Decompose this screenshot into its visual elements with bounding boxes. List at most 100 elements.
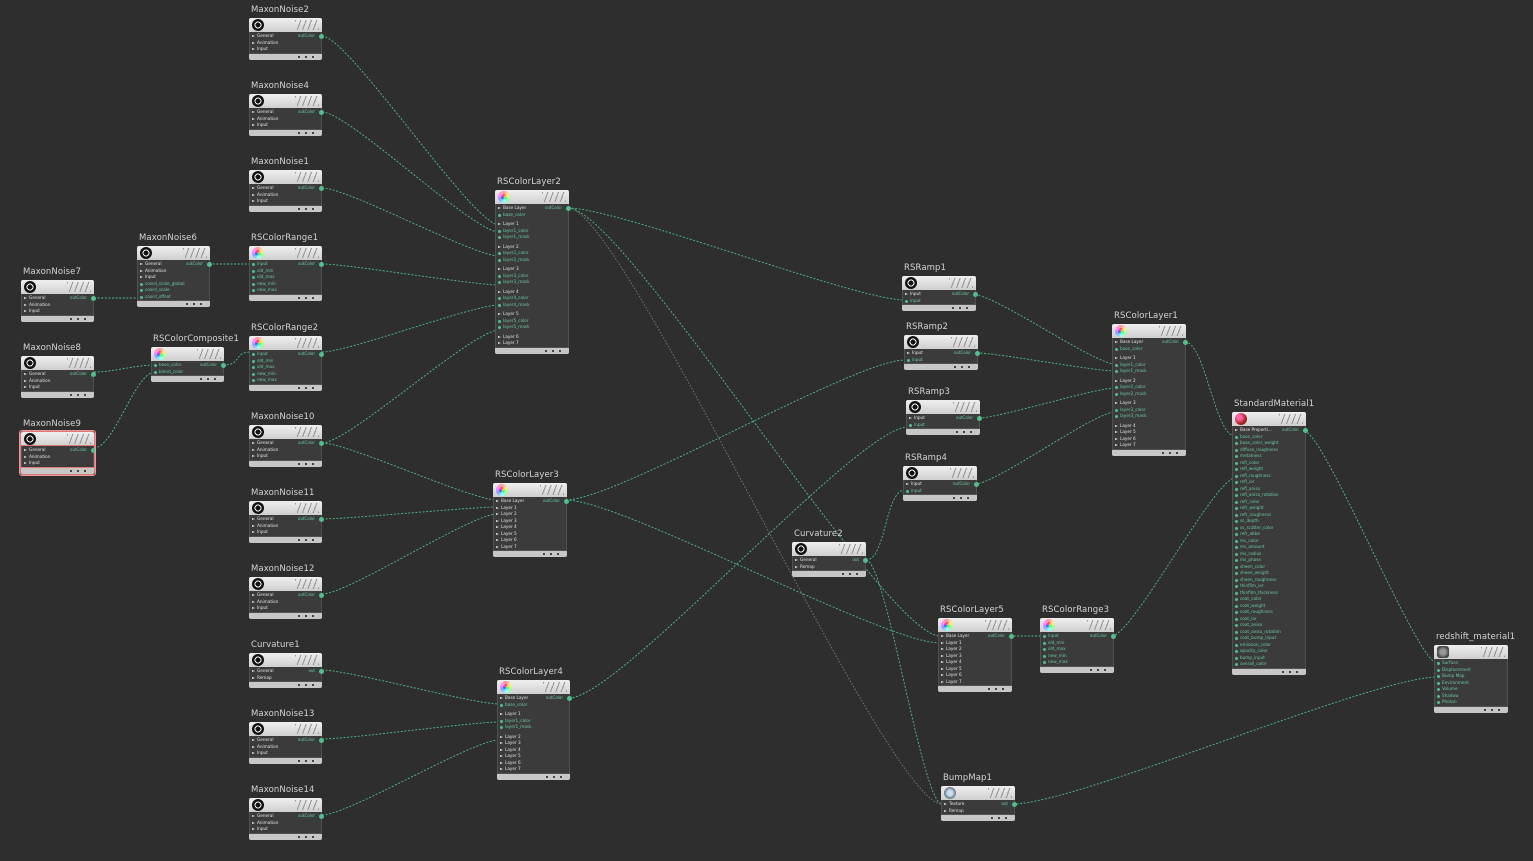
- connection-wire[interactable]: [865, 559, 943, 805]
- node-curvature1[interactable]: Curvature1 General Remap out: [249, 640, 324, 688]
- input-port-layer1-mask[interactable]: layer1_mask: [498, 724, 569, 731]
- connection-wire[interactable]: [565, 359, 906, 501]
- node-header[interactable]: [792, 542, 866, 556]
- node-header[interactable]: [249, 18, 322, 32]
- node-flags-icon[interactable]: [295, 579, 319, 589]
- output-port[interactable]: [1303, 427, 1308, 433]
- node-rscolorcomposite1[interactable]: RSColorComposite1 base_color blend_color ou…: [151, 334, 239, 382]
- node-header[interactable]: [495, 190, 569, 204]
- node-flags-icon[interactable]: [953, 402, 977, 412]
- node-header[interactable]: [906, 400, 980, 414]
- input-port-layer1-mask[interactable]: layer1_mask: [1113, 368, 1185, 375]
- connection-wire[interactable]: [321, 35, 500, 226]
- connection-wire[interactable]: [1012, 676, 1438, 805]
- input-port-layer2-mask[interactable]: layer2_mask: [496, 257, 568, 264]
- output-port[interactable]: [863, 557, 868, 563]
- output-port[interactable]: [319, 668, 324, 674]
- input-port-layer3-mask[interactable]: layer3_mask: [496, 279, 568, 286]
- node-flags-icon[interactable]: [67, 282, 91, 292]
- node-flags-icon[interactable]: [1481, 647, 1505, 657]
- node-header[interactable]: [151, 347, 224, 361]
- node-flags-icon[interactable]: [295, 172, 319, 182]
- parm-group-remap[interactable]: Remap: [942, 808, 1014, 815]
- output-port[interactable]: [1111, 633, 1116, 639]
- node-maxonnoise9[interactable]: MaxonNoise9 General Animation Input outColor: [19, 419, 96, 476]
- parm-group-layer-7[interactable]: Layer 7: [939, 679, 1011, 686]
- parm-group-remap[interactable]: Remap: [250, 675, 321, 682]
- node-maxonnoise7[interactable]: MaxonNoise7 General Animation Input outColor: [21, 267, 96, 322]
- connection-wire[interactable]: [321, 669, 500, 705]
- node-header[interactable]: [249, 798, 322, 812]
- node-rsramp2[interactable]: RSRamp2 Input input outColor: [904, 322, 980, 370]
- connection-wire[interactable]: [93, 371, 156, 449]
- node-flags-icon[interactable]: [197, 349, 221, 359]
- node-maxonnoise10[interactable]: MaxonNoise10 General Animation Input outColo…: [249, 412, 324, 467]
- node-header[interactable]: [497, 680, 570, 694]
- output-port[interactable]: [319, 592, 324, 598]
- node-header[interactable]: [1434, 645, 1508, 659]
- node-standardmaterial1[interactable]: StandardMaterial1 Base Properti... base_co…: [1232, 399, 1314, 675]
- node-header[interactable]: [938, 618, 1012, 632]
- input-port-layer1-mask[interactable]: layer1_mask: [496, 234, 568, 241]
- input-port-input[interactable]: input: [904, 488, 976, 495]
- parm-group-input[interactable]: Input: [250, 750, 321, 757]
- input-port-base-color[interactable]: base_color: [1113, 346, 1185, 353]
- connection-wire[interactable]: [321, 506, 498, 520]
- node-header[interactable]: [21, 356, 94, 370]
- output-port[interactable]: [567, 695, 572, 701]
- node-flags-icon[interactable]: [183, 248, 207, 258]
- parm-group-layer-7[interactable]: Layer 7: [496, 340, 568, 347]
- node-header[interactable]: [1040, 618, 1114, 632]
- node-flags-icon[interactable]: [542, 192, 566, 202]
- parm-group-input[interactable]: Input: [250, 529, 321, 536]
- node-rscolorlayer3[interactable]: RSColorLayer3 Base Layer Layer 1 Layer 2 Lay…: [493, 470, 569, 557]
- node-header[interactable]: [137, 246, 210, 260]
- node-header[interactable]: [1112, 324, 1186, 338]
- node-maxonnoise8[interactable]: MaxonNoise8 General Animation Input outColor: [21, 343, 96, 398]
- connection-wire[interactable]: [567, 207, 906, 301]
- input-port-new-max[interactable]: new_max: [250, 287, 321, 294]
- output-port[interactable]: [1183, 339, 1188, 345]
- node-maxonnoise11[interactable]: MaxonNoise11 General Animation Input outColo…: [249, 488, 324, 543]
- input-port-new-max[interactable]: new_max: [250, 377, 321, 384]
- output-port[interactable]: [973, 291, 978, 297]
- node-header[interactable]: [249, 170, 322, 184]
- input-port-blend-color[interactable]: blend_color: [152, 369, 223, 376]
- output-port[interactable]: [319, 351, 324, 357]
- output-port[interactable]: [319, 737, 324, 743]
- node-maxonnoise2[interactable]: MaxonNoise2 General Animation Input outColor: [249, 5, 324, 60]
- node-flags-icon[interactable]: [949, 278, 973, 288]
- node-rsramp4[interactable]: RSRamp4 Input input outColor: [903, 453, 979, 501]
- node-bumpmap1[interactable]: BumpMap1 Texture Remap out: [941, 773, 1017, 821]
- input-port-input[interactable]: input: [907, 422, 979, 429]
- input-port-layer5-mask[interactable]: layer5_mask: [496, 324, 568, 331]
- node-flags-icon[interactable]: [295, 724, 319, 734]
- node-rscolorlayer4[interactable]: RSColorLayer4 Base Layer base_color Layer 1…: [497, 667, 572, 780]
- node-flags-icon[interactable]: [67, 358, 91, 368]
- node-header[interactable]: [493, 483, 567, 497]
- output-port[interactable]: [566, 205, 571, 211]
- connection-wire[interactable]: [567, 207, 941, 637]
- connection-wire[interactable]: [974, 411, 1116, 485]
- node-rsramp1[interactable]: RSRamp1 Input input outColor: [902, 263, 978, 311]
- node-flags-icon[interactable]: [540, 485, 564, 495]
- connection-wire[interactable]: [222, 351, 253, 366]
- node-maxonnoise13[interactable]: MaxonNoise13 General Animation Input outColo…: [249, 709, 324, 764]
- connection-wire[interactable]: [321, 329, 500, 444]
- output-port[interactable]: [319, 185, 324, 191]
- output-port[interactable]: [1009, 633, 1014, 639]
- node-flags-icon[interactable]: [295, 655, 319, 665]
- input-port-photon[interactable]: Photon: [1435, 699, 1507, 706]
- connection-wire[interactable]: [865, 489, 906, 561]
- node-flags-icon[interactable]: [295, 248, 319, 258]
- node-header[interactable]: [249, 577, 322, 591]
- parm-group-input[interactable]: Input: [250, 122, 321, 129]
- node-rsramp3[interactable]: RSRamp3 Input input outColor: [906, 387, 982, 435]
- input-port-input[interactable]: input: [905, 357, 977, 364]
- output-port[interactable]: [319, 813, 324, 819]
- node-flags-icon[interactable]: [295, 20, 319, 30]
- connection-wire[interactable]: [321, 739, 500, 816]
- node-header[interactable]: [903, 466, 977, 480]
- connection-wire[interactable]: [321, 304, 500, 353]
- node-flags-icon[interactable]: [839, 544, 863, 554]
